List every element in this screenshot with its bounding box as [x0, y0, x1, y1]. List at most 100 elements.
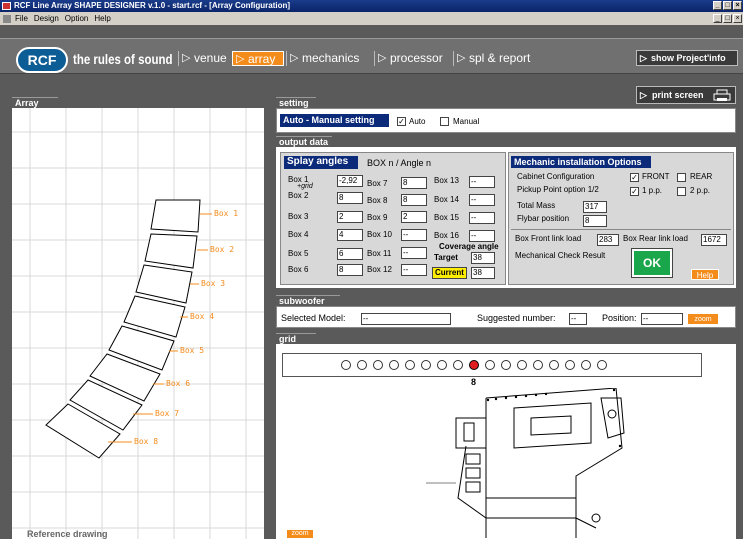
tab-processor[interactable]: ▷ processor [374, 51, 452, 66]
flybar-hole[interactable] [501, 360, 511, 370]
tab-mechanics[interactable]: ▷ mechanics [286, 51, 372, 66]
flybar-hole[interactable] [373, 360, 383, 370]
target-label: Target [434, 253, 458, 262]
box-1-angle-input[interactable]: -2,92 [337, 175, 363, 187]
mdi-minimize-button[interactable]: _ [713, 14, 722, 23]
current-label: Current [432, 267, 467, 279]
print-screen-button[interactable]: ▷ print screen [636, 86, 736, 104]
grid-zoom-button[interactable]: zoom [286, 529, 314, 539]
output-data-header: output data [276, 136, 340, 147]
box-15-angle-input[interactable]: -- [469, 212, 495, 224]
flybar-hole[interactable] [533, 360, 543, 370]
mdi-maximize-button[interactable]: □ [723, 14, 732, 23]
flybar-hole[interactable] [421, 360, 431, 370]
flybar-mechanics-drawing [426, 388, 625, 538]
selected-model-input[interactable]: -- [361, 313, 451, 325]
pickup-1pp-checkbox[interactable]: ✓ [630, 187, 639, 196]
box-6-angle-input[interactable]: 8 [337, 264, 363, 276]
box-7-label: Box 7 [367, 179, 388, 188]
flybar-hole[interactable] [565, 360, 575, 370]
menu-file[interactable]: File [15, 14, 28, 23]
menu-bar: File Design Option Help _ □ × [0, 12, 743, 25]
box-5-angle-input[interactable]: 6 [337, 248, 363, 260]
pickup-1pp-label: 1 p.p. [642, 186, 663, 195]
array-drawing-area: Box 1 Box 2 Box 3 Box 4 Box 5 Box 6 Box … [12, 108, 264, 539]
target-coverage-input[interactable]: 38 [471, 252, 495, 264]
box-2-angle-input[interactable]: 8 [337, 192, 363, 204]
position-label: Position: [602, 313, 637, 323]
flybar-hole[interactable] [389, 360, 399, 370]
total-mass-label: Total Mass [517, 201, 556, 210]
chevron-right-icon: ▷ [457, 52, 466, 64]
flybar-hole[interactable] [437, 360, 447, 370]
flybar-hole[interactable] [357, 360, 367, 370]
tab-spl-report[interactable]: ▷ spl & report [453, 51, 540, 66]
mechanic-options-panel: Mechanic installation Options Cabinet Co… [508, 152, 734, 285]
auto-checkbox[interactable]: ✓ [397, 117, 406, 126]
position-input[interactable]: -- [641, 313, 683, 325]
mdi-close-button[interactable]: × [733, 14, 742, 23]
box-14-angle-input[interactable]: -- [469, 194, 495, 206]
help-button[interactable]: Help [691, 269, 719, 280]
pickup-2pp-checkbox[interactable] [677, 187, 686, 196]
box-16-angle-input[interactable]: -- [469, 230, 495, 242]
chevron-right-icon: ▷ [182, 52, 191, 64]
front-checkbox[interactable]: ✓ [630, 173, 639, 182]
show-project-info-button[interactable]: ▷ show Project'info [636, 50, 738, 66]
chevron-right-icon: ▷ [640, 53, 647, 63]
suggested-number-value: -- [569, 313, 587, 325]
selected-model-label: Selected Model: [281, 313, 346, 323]
flybar-hole[interactable] [581, 360, 591, 370]
slogan: the rules of sound [73, 51, 173, 67]
rcf-logo: RCF [16, 47, 68, 73]
menu-option[interactable]: Option [65, 14, 89, 23]
box-11-angle-input[interactable]: -- [401, 247, 427, 259]
rear-link-load-label: Box Rear link load [623, 234, 688, 243]
box-15-label: Box 15 [434, 213, 459, 222]
tab-array[interactable]: ▷ array [232, 51, 284, 66]
pickup-point-label: Pickup Point option 1/2 [517, 185, 599, 194]
flybar-hole[interactable] [341, 360, 351, 370]
printer-icon [713, 89, 731, 101]
subwoofer-zoom-button[interactable]: zoom [687, 313, 719, 325]
minimize-button[interactable]: _ [713, 1, 722, 10]
box-12-angle-input[interactable]: -- [401, 264, 427, 276]
rear-checkbox[interactable] [677, 173, 686, 182]
flybar-hole[interactable] [485, 360, 495, 370]
manual-checkbox[interactable] [440, 117, 449, 126]
flybar-hole[interactable] [453, 360, 463, 370]
box-2-label: Box 2 [288, 191, 309, 200]
flybar-position-label: Flybar position [517, 214, 570, 223]
maximize-button[interactable]: □ [723, 1, 732, 10]
flybar-hole[interactable] [517, 360, 527, 370]
subwoofer-header: subwoofer [276, 295, 348, 306]
box-10-angle-input[interactable]: -- [401, 229, 427, 241]
box-label: Box 1 [214, 209, 239, 218]
window-titlebar: RCF Line Array SHAPE DESIGNER v.1.0 - st… [0, 0, 743, 12]
flybar-hole[interactable] [549, 360, 559, 370]
box-3-label: Box 3 [288, 212, 309, 221]
box-8-angle-input[interactable]: 8 [401, 194, 427, 206]
box-9-angle-input[interactable]: 2 [401, 211, 427, 223]
box-4-label: Box 4 [288, 230, 309, 239]
mechanical-check-label: Mechanical Check Result [515, 251, 606, 260]
box-label: Box 7 [155, 409, 180, 418]
flybar-hole[interactable] [405, 360, 415, 370]
flybar-hole[interactable] [597, 360, 607, 370]
box-3-angle-input[interactable]: 2 [337, 211, 363, 223]
menu-design[interactable]: Design [34, 14, 59, 23]
tab-venue[interactable]: ▷ venue [178, 51, 231, 66]
array-drawing [12, 108, 264, 539]
selected-hole[interactable] [469, 360, 479, 370]
box-8-label: Box 8 [367, 196, 388, 205]
front-label: FRONT [642, 172, 670, 181]
box-14-label: Box 14 [434, 195, 459, 204]
menu-help[interactable]: Help [94, 14, 110, 23]
splay-angles-title: Splay angles [284, 156, 358, 169]
box-4-angle-input[interactable]: 4 [337, 229, 363, 241]
grid-panel: 8 zoom [276, 344, 736, 539]
box-7-angle-input[interactable]: 8 [401, 177, 427, 189]
manual-label: Manual [453, 117, 480, 126]
close-button[interactable]: × [733, 1, 742, 10]
box-13-angle-input[interactable]: -- [469, 176, 495, 188]
